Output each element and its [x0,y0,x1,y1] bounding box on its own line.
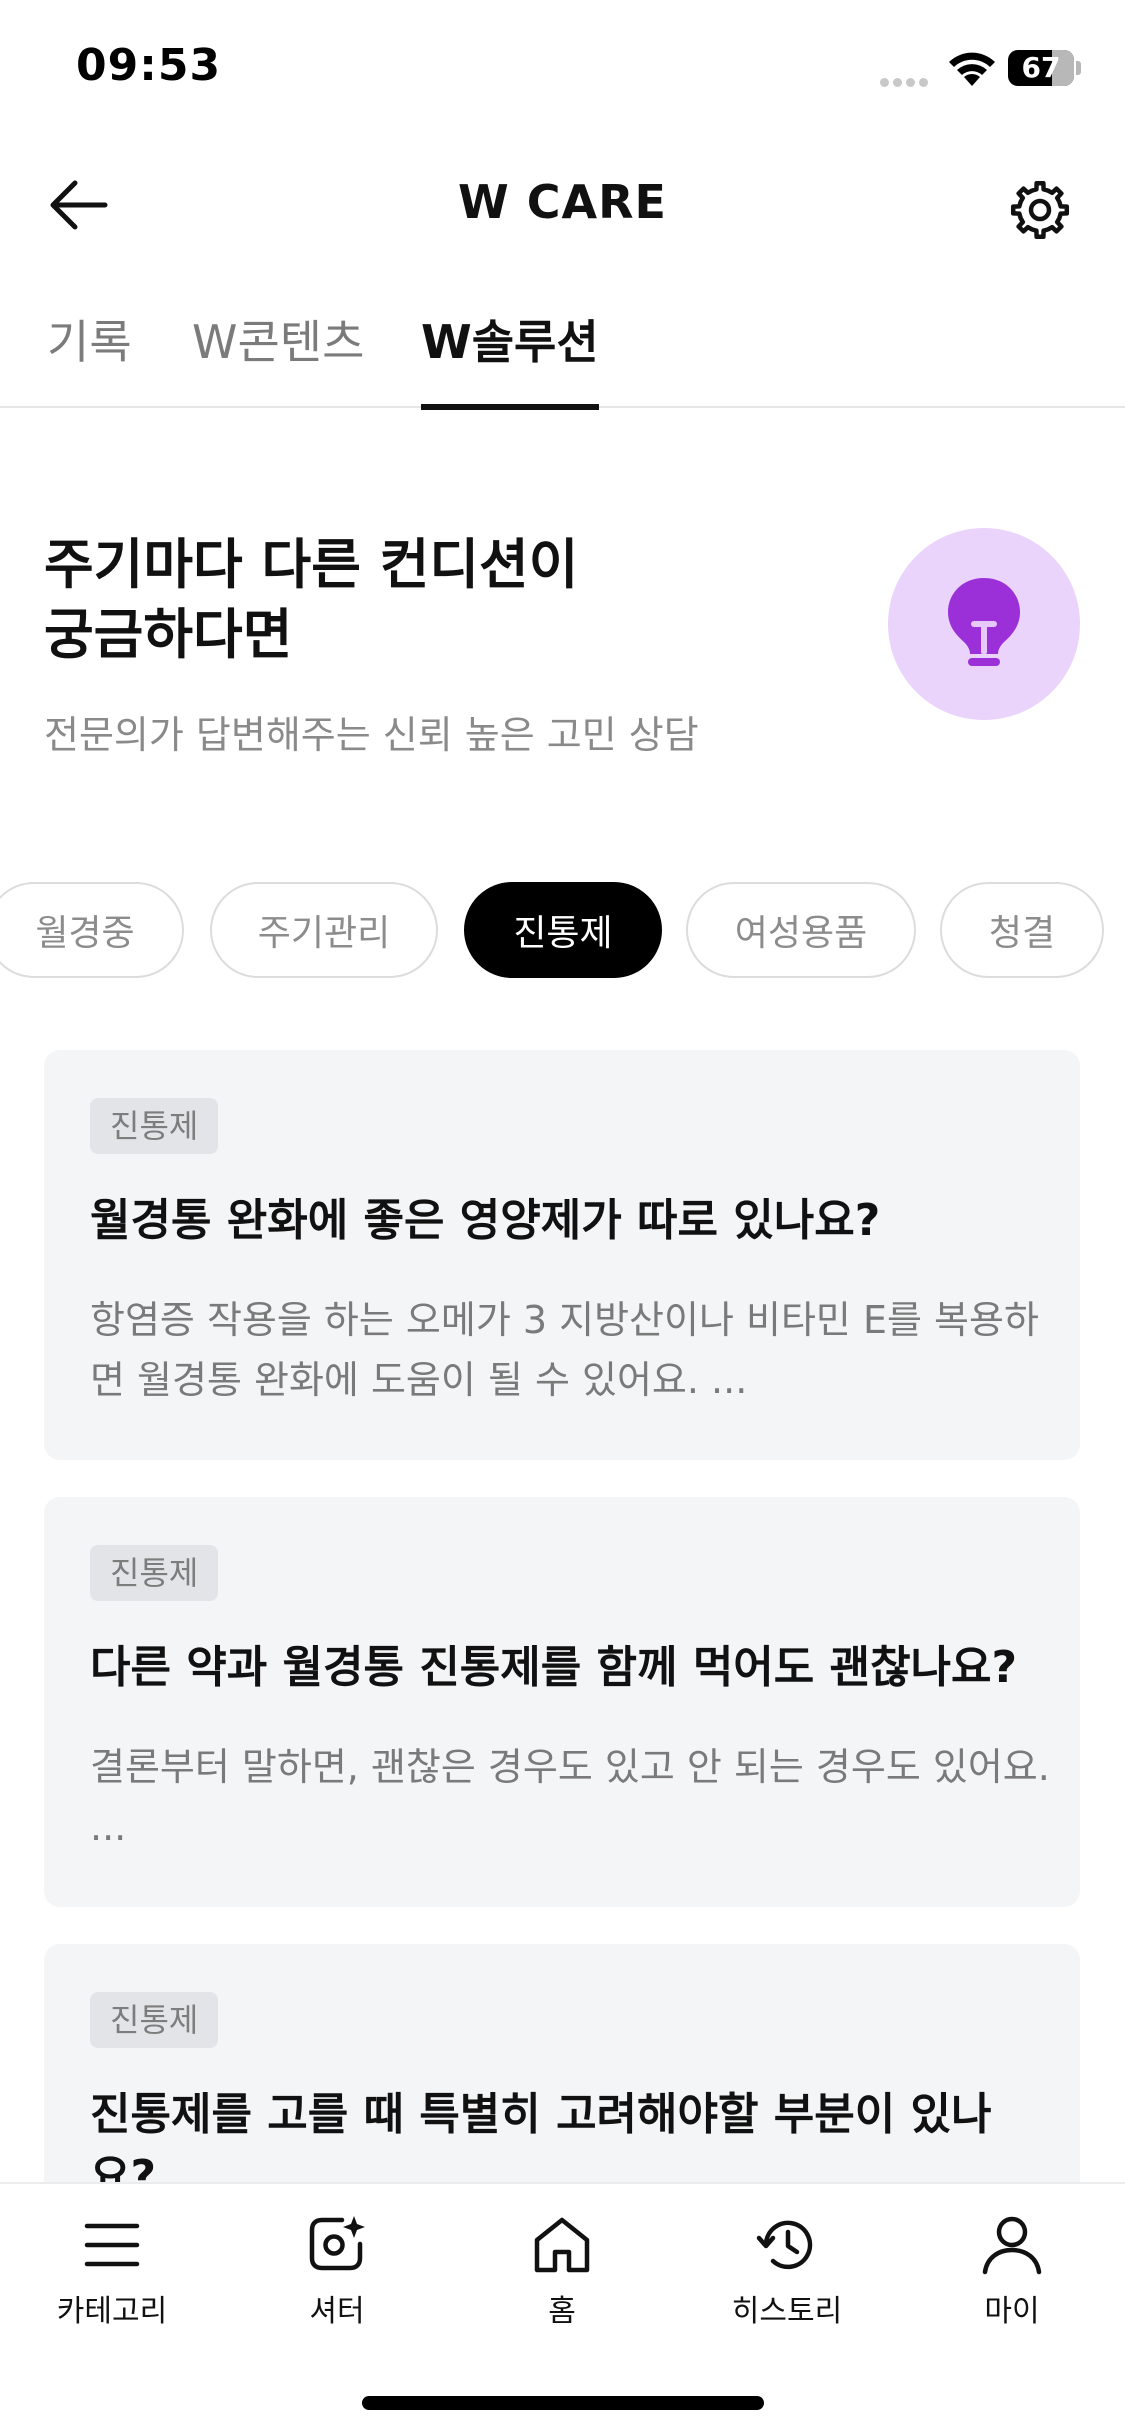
history-icon [756,2220,813,2270]
nav-shutter[interactable]: 셔터 [247,2204,427,2344]
home-icon [534,2217,590,2273]
nav-label: 셔터 [309,2294,365,2329]
top-tabs: 기록 W콘텐츠 W솔루션 [0,290,1125,410]
card-title: 다른 약과 월경통 진통제를 함께 먹어도 괜찮나요? [90,1642,1018,1693]
hero-title: 주기마다 다른 컨디션이 궁금하다면 [44,533,579,666]
menu-icon [84,2223,140,2267]
category-badge: 진통제 [90,1992,219,2048]
nav-home[interactable]: 홈 [472,2204,652,2344]
tab-w-solution[interactable]: W솔루션 [421,306,599,410]
qa-card[interactable]: 진통제 다른 약과 월경통 진통제를 함께 먹어도 괜찮나요? 결론부터 말하면… [44,1497,1080,1907]
status-bar: 09:53 67 [0,0,1125,140]
chip-feminine-products[interactable]: 여성용품 [686,882,916,978]
nav-my[interactable]: 마이 [922,2204,1102,2344]
gear-icon [1010,180,1070,240]
battery-level: 67 [1021,51,1061,84]
card-preview: 항염증 작용을 하는 오메가 3 지방산이나 비타민 E를 복용하면 월경통 완… [90,1298,1039,1402]
nav-label: 히스토리 [731,2294,843,2329]
tab-w-contents[interactable]: W콘텐츠 [192,306,364,408]
settings-button[interactable] [1000,170,1080,250]
category-badge: 진통제 [90,1098,219,1154]
status-time: 09:53 [76,40,222,91]
signal-icon [880,72,932,87]
battery-icon: 67 [1008,50,1082,86]
hero-icon-circle [888,528,1080,720]
chip-menstruating[interactable]: 월경중 [0,882,184,978]
card-title: 월경통 완화에 좋은 영양제가 따로 있나요? [90,1195,881,1246]
person-icon [982,2216,1042,2275]
nav-label: 홈 [548,2294,576,2329]
chip-cycle-care[interactable]: 주기관리 [210,882,438,978]
category-badge: 진통제 [90,1545,219,1601]
chip-hygiene[interactable]: 청결 [940,882,1104,978]
app-header: W CARE [0,150,1125,260]
chip-painkiller[interactable]: 진통제 [464,882,662,978]
nav-history[interactable]: 히스토리 [697,2204,877,2344]
lightbulb-icon [948,578,1020,666]
card-preview: 결론부터 말하면, 괜찮은 경우도 있고 안 되는 경우도 있어요. ... [90,1745,1050,1849]
nav-category[interactable]: 카테고리 [22,2204,202,2344]
nav-label: 카테고리 [56,2294,168,2329]
qa-card[interactable]: 진통제 월경통 완화에 좋은 영양제가 따로 있나요? 항염증 작용을 하는 오… [44,1050,1080,1460]
home-indicator [362,2396,764,2410]
nav-label: 마이 [984,2294,1040,2329]
wifi-icon [949,52,995,86]
tab-record[interactable]: 기록 [47,306,132,408]
category-chips: 월경중 주기관리 진통제 여성용품 청결 [0,882,1125,980]
camera-sparkle-icon [309,2216,365,2271]
page-title: W CARE [458,175,667,229]
hero-subtitle: 전문의가 답변해주는 신뢰 높은 고민 상담 [44,713,699,757]
